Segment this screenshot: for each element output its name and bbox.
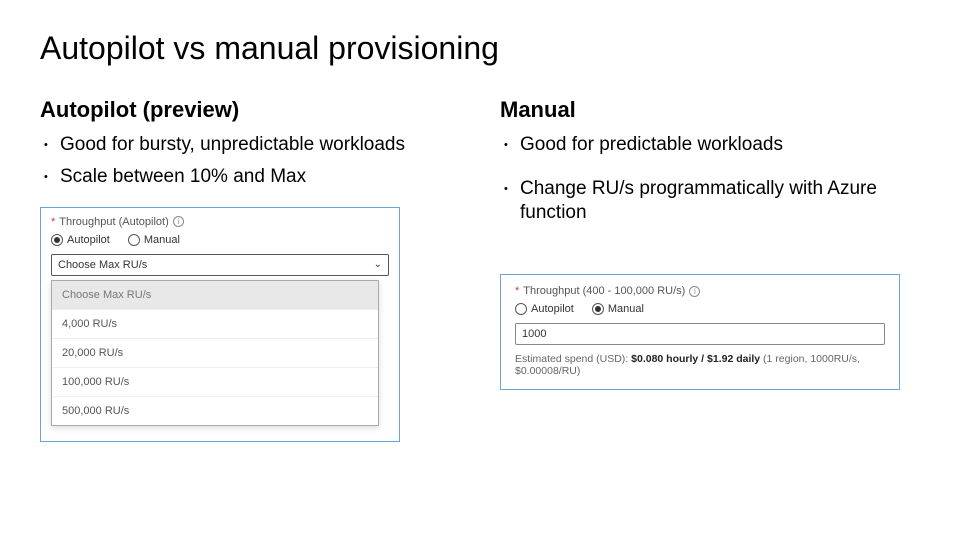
column-manual: Manual Good for predictable workloads Ch… xyxy=(500,97,920,442)
estimate-prefix: Estimated spend (USD): xyxy=(515,353,631,365)
columns: Autopilot (preview) Good for bursty, unp… xyxy=(40,97,920,442)
max-ru-dropdown: Choose Max RU/s 4,000 RU/s 20,000 RU/s 1… xyxy=(51,280,379,426)
autopilot-bullets: Good for bursty, unpredictable workloads… xyxy=(40,133,460,189)
radio-label: Manual xyxy=(144,234,180,246)
dropdown-option[interactable]: 4,000 RU/s xyxy=(52,310,378,339)
throughput-label-row: * Throughput (400 - 100,000 RU/s) i xyxy=(515,285,885,297)
max-ru-select[interactable]: Choose Max RU/s ⌄ xyxy=(51,254,389,276)
column-autopilot: Autopilot (preview) Good for bursty, unp… xyxy=(40,97,460,442)
required-asterisk: * xyxy=(51,216,55,228)
radio-autopilot[interactable]: Autopilot xyxy=(51,234,110,246)
info-icon[interactable]: i xyxy=(689,286,700,297)
radio-dot-selected-icon xyxy=(51,234,63,246)
throughput-mode-radios: Autopilot Manual xyxy=(515,303,885,315)
chevron-down-icon: ⌄ xyxy=(374,259,382,270)
heading-manual: Manual xyxy=(500,97,920,123)
dropdown-option[interactable]: 20,000 RU/s xyxy=(52,339,378,368)
manual-panel: * Throughput (400 - 100,000 RU/s) i Auto… xyxy=(500,274,900,390)
estimate-text: Estimated spend (USD): $0.080 hourly / $… xyxy=(515,353,885,377)
throughput-label: Throughput (400 - 100,000 RU/s) xyxy=(523,285,685,297)
bullet-item: Scale between 10% and Max xyxy=(40,165,460,189)
radio-label: Autopilot xyxy=(531,303,574,315)
throughput-label: Throughput (Autopilot) xyxy=(59,216,168,228)
info-icon[interactable]: i xyxy=(173,216,184,227)
radio-manual[interactable]: Manual xyxy=(592,303,644,315)
radio-label: Autopilot xyxy=(67,234,110,246)
select-value: Choose Max RU/s xyxy=(58,259,147,271)
bullet-item: Change RU/s programmatically with Azure … xyxy=(500,177,920,225)
radio-manual[interactable]: Manual xyxy=(128,234,180,246)
radio-dot-icon xyxy=(128,234,140,246)
bullet-item: Good for bursty, unpredictable workloads xyxy=(40,133,460,157)
throughput-mode-radios: Autopilot Manual xyxy=(51,234,389,246)
bullet-item: Good for predictable workloads xyxy=(500,133,920,157)
dropdown-option[interactable]: 500,000 RU/s xyxy=(52,397,378,425)
estimate-amount: $0.080 hourly / $1.92 daily xyxy=(631,353,760,365)
throughput-input[interactable]: 1000 xyxy=(515,323,885,345)
required-asterisk: * xyxy=(515,285,519,297)
manual-bullets: Good for predictable workloads Change RU… xyxy=(500,133,920,224)
heading-autopilot: Autopilot (preview) xyxy=(40,97,460,123)
radio-dot-selected-icon xyxy=(592,303,604,315)
throughput-label-row: * Throughput (Autopilot) i xyxy=(51,216,389,228)
autopilot-panel: * Throughput (Autopilot) i Autopilot Man… xyxy=(40,207,400,442)
dropdown-header: Choose Max RU/s xyxy=(52,281,378,310)
radio-label: Manual xyxy=(608,303,644,315)
radio-autopilot[interactable]: Autopilot xyxy=(515,303,574,315)
radio-dot-icon xyxy=(515,303,527,315)
slide-title: Autopilot vs manual provisioning xyxy=(40,30,920,67)
dropdown-option[interactable]: 100,000 RU/s xyxy=(52,368,378,397)
